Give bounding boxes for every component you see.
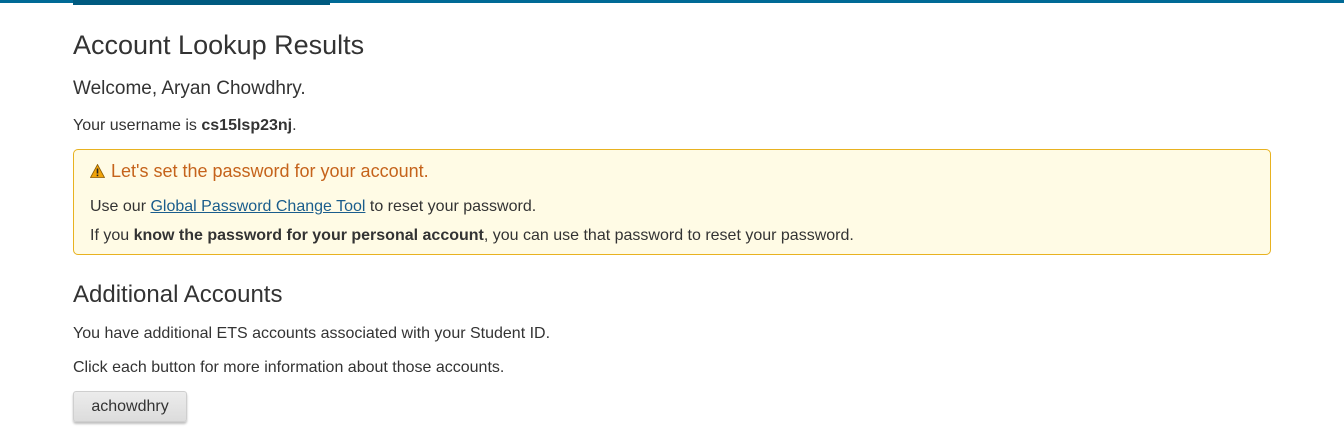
additional-accounts-instruction: Click each button for more information a… [73, 359, 505, 376]
welcome-message: Welcome, Aryan Chowdhry. [73, 78, 306, 99]
alert-line-reset-tool: Use our Global Password Change Tool to r… [90, 198, 536, 216]
alert-line-personal-account: If you know the password for your person… [90, 227, 854, 245]
alert-line2-bold: know the password for your personal acco… [133, 227, 484, 244]
username-suffix: . [292, 117, 297, 134]
password-alert: Let's set the password for your account.… [73, 149, 1271, 255]
global-password-change-tool-link[interactable]: Global Password Change Tool [150, 198, 365, 215]
username-prefix: Your username is [73, 117, 202, 134]
additional-accounts-heading: Additional Accounts [73, 281, 283, 308]
account-button-achowdhry[interactable]: achowdhry [73, 391, 187, 422]
alert-line2-prefix: If you [90, 227, 134, 244]
warning-icon [89, 162, 106, 178]
alert-title-text: Let's set the password for your account. [111, 161, 429, 181]
top-active-indicator [73, 0, 330, 5]
username-value: cs15lsp23nj [201, 117, 293, 134]
alert-line2-suffix: , you can use that password to reset you… [483, 227, 854, 244]
alert-line1-prefix: Use our [90, 198, 151, 215]
additional-accounts-description: You have additional ETS accounts associa… [73, 325, 551, 342]
alert-line1-suffix: to reset your password. [365, 198, 537, 215]
username-line: Your username is cs15lsp23nj. [73, 117, 297, 135]
alert-title: Let's set the password for your account. [89, 161, 429, 182]
page-title: Account Lookup Results [73, 30, 365, 60]
